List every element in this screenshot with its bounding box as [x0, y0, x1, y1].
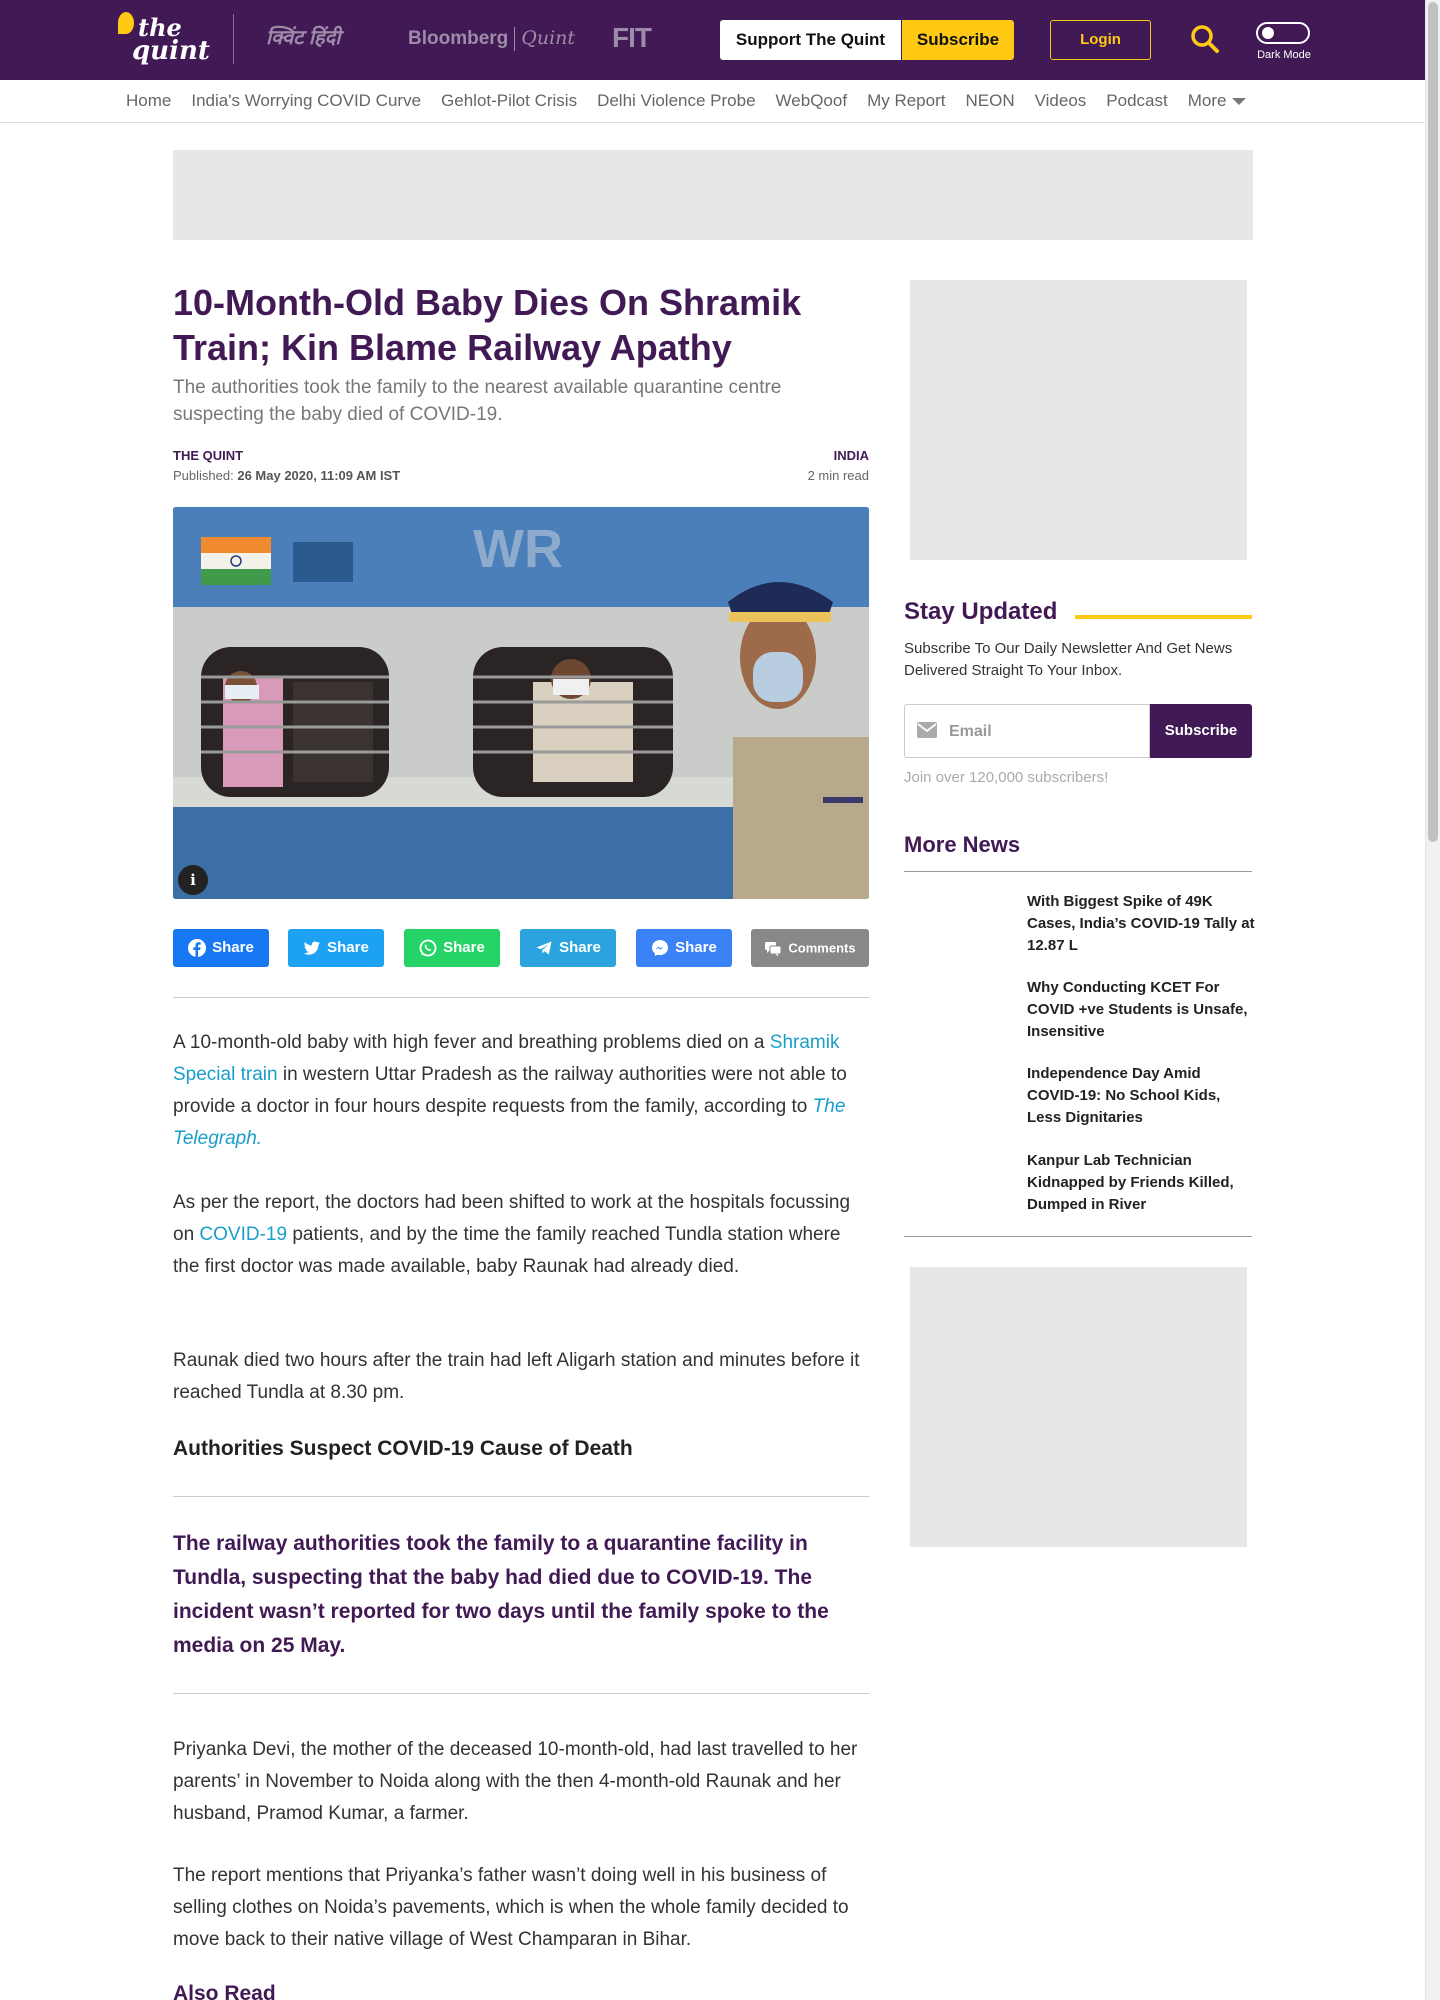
published-date: 26 May 2020, 11:09 AM IST	[237, 468, 401, 483]
nav-item-neon[interactable]: NEON	[955, 80, 1024, 122]
support-the-quint-button[interactable]: Support The Quint	[720, 20, 901, 60]
published-label: Published:	[173, 468, 234, 483]
article-paragraph-4: Priyanka Devi, the mother of the decease…	[173, 1739, 858, 1824]
nav-item-videos[interactable]: Videos	[1025, 80, 1097, 122]
read-time: 2 min read	[807, 468, 869, 483]
dark-mode-label: Dark Mode	[1257, 49, 1311, 61]
newsletter-email-input[interactable]	[949, 717, 1139, 747]
nav-item-covid-curve[interactable]: India's Worrying COVID Curve	[181, 80, 431, 122]
site-header: the quint क्विंट हिंदी Bloomberg Quint FI…	[0, 0, 1425, 80]
more-news-title: More News	[904, 832, 1021, 857]
newsletter-description: Subscribe To Our Daily Newsletter And Ge…	[904, 640, 1233, 679]
facebook-icon	[188, 939, 207, 958]
nav-item-podcast[interactable]: Podcast	[1096, 80, 1177, 122]
whatsapp-share-label: Share	[443, 939, 485, 957]
telegram-icon	[536, 941, 552, 955]
the-quint-logo[interactable]: the quint	[118, 12, 210, 66]
sidebar-ad-2	[910, 1267, 1247, 1547]
logo-drop-icon	[118, 12, 134, 34]
fit-label: FIT	[612, 22, 652, 53]
bloomberg-label: Bloomberg	[408, 28, 509, 49]
facebook-share-label: Share	[212, 939, 254, 957]
scrollbar-thumb[interactable]	[1428, 2, 1438, 842]
header-divider	[233, 14, 234, 64]
newsletter-subscribe-button[interactable]: Subscribe	[1150, 704, 1252, 758]
sidebar-ad-1	[910, 280, 1247, 560]
article-headline: 10-Month-Old Baby Dies On Shramik Train;…	[173, 282, 802, 368]
nav-item-gehlot-pilot[interactable]: Gehlot-Pilot Crisis	[431, 80, 587, 122]
more-news-item[interactable]: With Biggest Spike of 49K Cases, India’s…	[1027, 891, 1255, 957]
also-read-heading: Also Read	[173, 1982, 276, 2000]
published-info: Published: 26 May 2020, 11:09 AM IST	[173, 468, 400, 483]
quint-hindi-label: क्विंट हिंदी	[266, 27, 341, 49]
search-icon[interactable]	[1190, 24, 1220, 54]
whatsapp-icon	[419, 939, 437, 957]
covid-19-link[interactable]: COVID-19	[199, 1224, 287, 1245]
top-ad-banner	[173, 150, 1253, 240]
quint-hindi-link[interactable]: क्विंट हिंदी	[266, 24, 340, 52]
article-subheading: Authorities Suspect COVID-19 Cause of De…	[173, 1437, 633, 1460]
article-paragraph-2: As per the report, the doctors had been …	[173, 1187, 869, 1283]
messenger-share-button[interactable]: Share	[636, 929, 732, 967]
page-scrollbar[interactable]	[1425, 0, 1440, 2000]
share-divider	[173, 997, 869, 998]
stay-updated-accent-line	[1075, 615, 1252, 619]
twitter-icon	[304, 941, 321, 955]
messenger-icon	[652, 940, 669, 957]
newsletter-email-field[interactable]	[904, 704, 1150, 758]
stay-updated-title: Stay Updated	[904, 598, 1058, 625]
article-paragraph-1: A 10-month-old baby with high fever and …	[173, 1027, 869, 1155]
image-info-icon[interactable]: i	[178, 865, 208, 895]
email-icon	[917, 722, 937, 738]
twitter-share-button[interactable]: Share	[288, 929, 384, 967]
comments-button[interactable]: Comments	[751, 929, 869, 967]
telegram-share-button[interactable]: Share	[520, 929, 616, 967]
p1-text-start: A 10-month-old baby with high fever and …	[173, 1032, 770, 1053]
nav-item-delhi-violence[interactable]: Delhi Violence Probe	[587, 80, 765, 122]
fit-link[interactable]: FIT	[612, 22, 652, 53]
header-subscribe-button[interactable]: Subscribe	[902, 20, 1014, 60]
more-news-item[interactable]: Kanpur Lab Technician Kidnapped by Frien…	[1027, 1150, 1255, 1216]
comments-label: Comments	[788, 940, 856, 956]
article-paragraph-3: Raunak died two hours after the train ha…	[173, 1350, 860, 1403]
quint-label: Quint	[521, 27, 576, 49]
section-tag[interactable]: INDIA	[700, 448, 869, 463]
messenger-share-label: Share	[675, 939, 717, 957]
dark-mode-toggle[interactable]	[1256, 22, 1310, 44]
pullquote-bottom-rule	[173, 1693, 869, 1694]
more-news-item[interactable]: Independence Day Amid COVID-19: No Schoo…	[1027, 1063, 1255, 1129]
nav-item-webqoof[interactable]: WebQoof	[766, 80, 858, 122]
telegram-share-label: Share	[559, 939, 601, 957]
more-news-top-rule	[904, 871, 1252, 872]
facebook-share-button[interactable]: Share	[173, 929, 269, 967]
bq-divider	[514, 26, 516, 51]
nav-item-my-report[interactable]: My Report	[857, 80, 955, 122]
twitter-share-label: Share	[327, 939, 369, 957]
bloomberg-quint-link[interactable]: Bloomberg Quint	[408, 24, 575, 53]
main-nav: Home India's Worrying COVID Curve Gehlot…	[0, 80, 1425, 123]
svg-text:WR: WR	[473, 519, 563, 579]
whatsapp-share-button[interactable]: Share	[404, 929, 500, 967]
nav-item-more[interactable]: More	[1178, 80, 1257, 122]
comments-icon	[765, 941, 782, 957]
article-author[interactable]: THE QUINT	[173, 448, 243, 463]
article-hero-image: WR	[173, 507, 869, 899]
subscriber-count-text: Join over 120,000 subscribers!	[904, 769, 1109, 786]
article-pullquote: The railway authorities took the family …	[173, 1532, 829, 1657]
more-news-item[interactable]: Why Conducting KCET For COVID +ve Studen…	[1027, 977, 1255, 1043]
more-news-bottom-rule	[904, 1236, 1252, 1237]
article-subheadline: The authorities took the family to the n…	[173, 377, 782, 425]
nav-item-home[interactable]: Home	[116, 80, 181, 122]
login-button[interactable]: Login	[1050, 20, 1151, 60]
dark-mode-toggle-knob	[1262, 27, 1274, 39]
article-paragraph-5: The report mentions that Priyanka’s fath…	[173, 1865, 849, 1950]
logo-text-line2: quint	[132, 36, 210, 66]
pullquote-top-rule	[173, 1496, 869, 1497]
